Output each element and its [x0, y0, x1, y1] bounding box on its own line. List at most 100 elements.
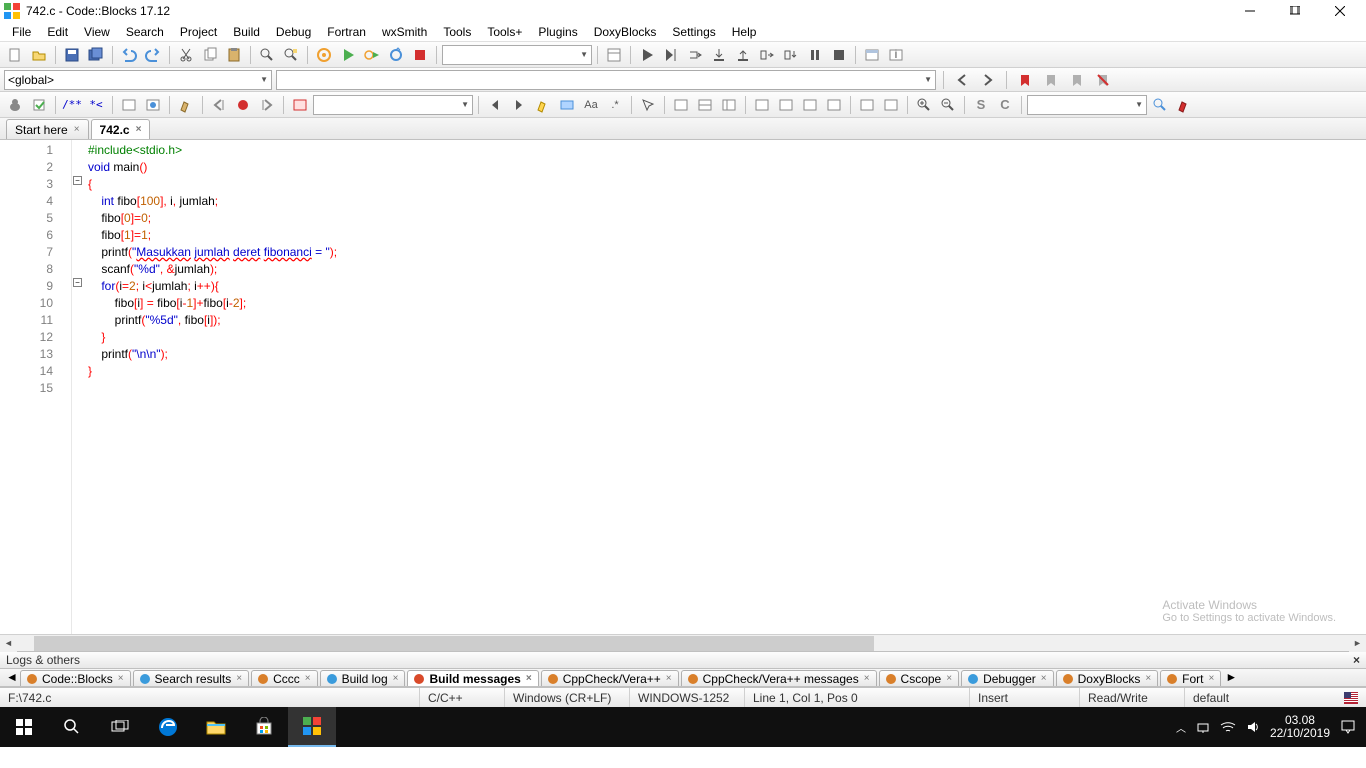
source-icon[interactable]: S [970, 94, 992, 116]
tab-close-icon[interactable]: × [393, 673, 399, 684]
new-file-icon[interactable] [4, 44, 26, 66]
search-icon[interactable] [48, 707, 96, 747]
redo-icon[interactable] [142, 44, 164, 66]
doxy-config-icon[interactable] [175, 94, 197, 116]
line-comment-icon[interactable]: *< [85, 94, 107, 116]
step-out-icon[interactable] [732, 44, 754, 66]
break-icon[interactable] [804, 44, 826, 66]
bookmark-next-icon[interactable] [1066, 69, 1088, 91]
bookmark-clear-icon[interactable] [1092, 69, 1114, 91]
selected-text-icon[interactable] [556, 94, 578, 116]
task-view-icon[interactable] [96, 707, 144, 747]
class-icon[interactable]: C [994, 94, 1016, 116]
file-tab[interactable]: Start here× [6, 119, 89, 139]
next-line-icon[interactable] [684, 44, 706, 66]
log-tab[interactable]: Debugger× [961, 670, 1054, 686]
explorer-icon[interactable] [192, 707, 240, 747]
abort-icon[interactable] [409, 44, 431, 66]
zoom-in-icon[interactable] [913, 94, 935, 116]
fortran-search-icon[interactable] [1149, 94, 1171, 116]
fortran-settings-icon[interactable] [1173, 94, 1195, 116]
menu-help[interactable]: Help [724, 23, 765, 41]
tab-close-icon[interactable]: × [1145, 673, 1151, 684]
tab-close-icon[interactable]: × [236, 673, 242, 684]
tray-clock[interactable]: 03.08 22/10/2019 [1270, 714, 1330, 740]
h-scrollbar[interactable]: ◄ ► [0, 634, 1366, 651]
fortran-combo[interactable]: ▼ [1027, 95, 1147, 115]
bookmark-prev-icon[interactable] [1040, 69, 1062, 91]
panel1-icon[interactable] [670, 94, 692, 116]
tab-close-icon[interactable]: × [666, 673, 672, 684]
step-into-instr-icon[interactable] [780, 44, 802, 66]
highlight-icon[interactable] [532, 94, 554, 116]
logs-scroll-left-icon[interactable]: ◄ [6, 670, 20, 686]
log-tab[interactable]: Cccc× [251, 670, 318, 686]
menu-plugins[interactable]: Plugins [530, 23, 585, 41]
logs-close-icon[interactable]: × [1353, 653, 1360, 667]
rebuild-icon[interactable] [385, 44, 407, 66]
log-tab[interactable]: CppCheck/Vera++× [541, 670, 679, 686]
debug-run-icon[interactable] [636, 44, 658, 66]
replace-icon[interactable] [280, 44, 302, 66]
log-tab[interactable]: Build messages× [407, 670, 538, 686]
doxy-extract-icon[interactable] [28, 94, 50, 116]
block-comment-icon[interactable]: /** [61, 94, 83, 116]
doxy-html-icon[interactable] [118, 94, 140, 116]
tray-notifications-icon[interactable] [1340, 719, 1356, 735]
last-jump-icon[interactable] [232, 94, 254, 116]
scroll-left-icon[interactable]: ◄ [0, 635, 17, 652]
panel9-icon[interactable] [880, 94, 902, 116]
tab-close-icon[interactable]: × [136, 124, 142, 135]
log-tab[interactable]: Fort× [1160, 670, 1221, 686]
menu-fortran[interactable]: Fortran [319, 23, 374, 41]
menu-doxyblocks[interactable]: DoxyBlocks [586, 23, 665, 41]
doxy-chm-icon[interactable] [142, 94, 164, 116]
match-case-icon[interactable]: Aa [580, 94, 602, 116]
maximize-button[interactable] [1272, 0, 1317, 22]
log-tab[interactable]: Search results× [133, 670, 250, 686]
build-run-icon[interactable] [361, 44, 383, 66]
menu-debug[interactable]: Debug [268, 23, 319, 41]
menu-tools[interactable]: Tools [435, 23, 479, 41]
menu-project[interactable]: Project [172, 23, 225, 41]
tab-close-icon[interactable]: × [118, 673, 124, 684]
tab-close-icon[interactable]: × [526, 673, 532, 684]
codeblocks-task-icon[interactable] [288, 707, 336, 747]
nav-back-icon[interactable] [951, 69, 973, 91]
cut-icon[interactable] [175, 44, 197, 66]
tab-close-icon[interactable]: × [864, 673, 870, 684]
nav-forward-icon[interactable] [977, 69, 999, 91]
copy-icon[interactable] [199, 44, 221, 66]
panel5-icon[interactable] [775, 94, 797, 116]
doxy-wizard-icon[interactable] [4, 94, 26, 116]
menu-build[interactable]: Build [225, 23, 268, 41]
logs-scroll-right-icon[interactable]: ► [1225, 670, 1239, 686]
undo-icon[interactable] [118, 44, 140, 66]
tab-close-icon[interactable]: × [74, 124, 80, 135]
debug-windows-icon[interactable] [861, 44, 883, 66]
run-to-cursor-icon[interactable] [660, 44, 682, 66]
start-button[interactable] [0, 707, 48, 747]
store-icon[interactable] [240, 707, 288, 747]
scroll-thumb[interactable] [34, 636, 874, 651]
close-button[interactable] [1317, 0, 1362, 22]
info-icon[interactable]: i [885, 44, 907, 66]
next-instr-icon[interactable] [756, 44, 778, 66]
edge-icon[interactable] [144, 707, 192, 747]
find-icon[interactable] [256, 44, 278, 66]
fold-toggle-icon[interactable]: − [73, 176, 82, 185]
log-tab[interactable]: CppCheck/Vera++ messages× [681, 670, 877, 686]
jump-back-icon[interactable] [208, 94, 230, 116]
minimize-button[interactable] [1227, 0, 1272, 22]
step-into-icon[interactable] [708, 44, 730, 66]
run-icon[interactable] [337, 44, 359, 66]
zoom-out-icon[interactable] [937, 94, 959, 116]
save-all-icon[interactable] [85, 44, 107, 66]
search-prev-icon[interactable] [484, 94, 506, 116]
tab-close-icon[interactable]: × [305, 673, 311, 684]
regex-test-icon[interactable] [289, 94, 311, 116]
menu-search[interactable]: Search [118, 23, 172, 41]
log-tab[interactable]: Build log× [320, 670, 406, 686]
panel2-icon[interactable] [694, 94, 716, 116]
menu-edit[interactable]: Edit [39, 23, 76, 41]
